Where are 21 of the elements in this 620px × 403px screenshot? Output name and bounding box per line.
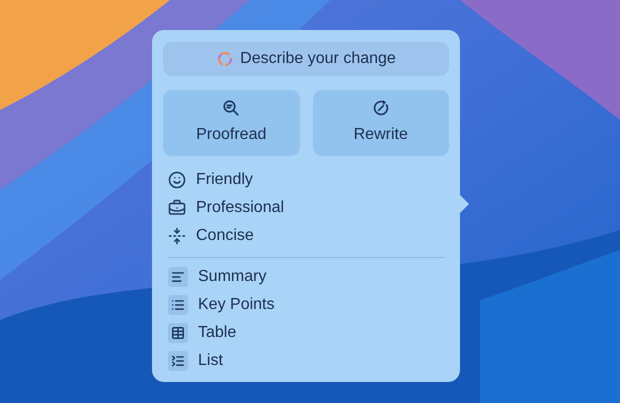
menu-item[interactable]: List — [163, 350, 449, 372]
sparkle-ring-icon — [216, 50, 234, 68]
prompt-field[interactable]: Describe your change — [163, 42, 449, 76]
circle-slash-icon — [372, 99, 390, 117]
lines-icon — [168, 267, 188, 287]
action-button[interactable]: Proofread — [163, 90, 300, 156]
menu-item[interactable]: Friendly — [163, 169, 449, 191]
arrows-inward-icon — [168, 227, 186, 245]
smile-icon — [168, 171, 186, 189]
list-icon — [168, 295, 188, 315]
menu-item[interactable]: Key Points — [163, 294, 449, 316]
list-icon — [168, 351, 188, 371]
search-icon — [222, 99, 240, 117]
briefcase-icon — [168, 199, 186, 217]
prompt-placeholder: Describe your change — [240, 49, 396, 69]
menu-item[interactable]: Summary — [163, 266, 449, 288]
action-button[interactable]: Rewrite — [312, 90, 449, 156]
menu-item[interactable]: Professional — [163, 197, 449, 219]
menu-item[interactable]: Table — [163, 322, 449, 344]
menu-item[interactable]: Concise — [163, 225, 449, 247]
table-icon — [168, 323, 188, 343]
